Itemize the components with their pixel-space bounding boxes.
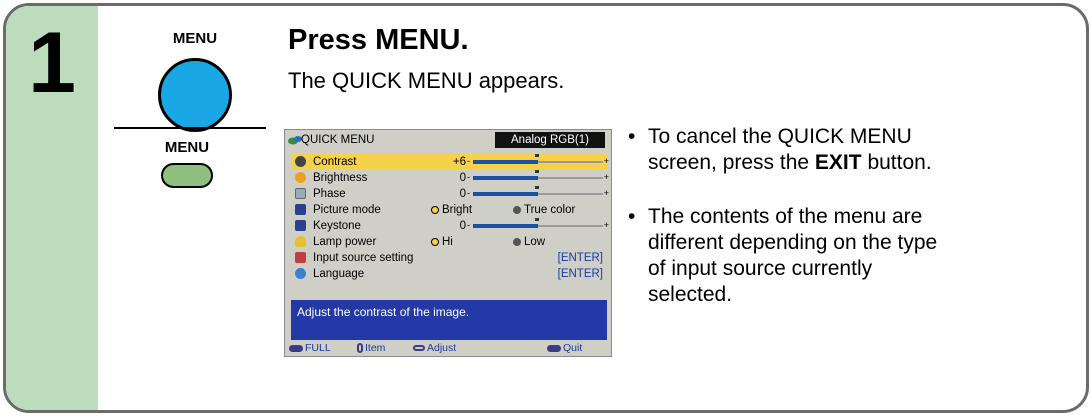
menu-row-value: 0	[459, 220, 466, 232]
step-title: Press MENU.	[288, 24, 469, 56]
menu-key-icon	[289, 344, 303, 352]
keystone-slider[interactable]: - +	[467, 218, 609, 230]
menu-row-label: Phase	[313, 188, 346, 200]
menu-button-label-2: MENU	[164, 139, 210, 156]
osd-description: Adjust the contrast of the image.	[291, 300, 607, 340]
menu-button-icon	[158, 58, 232, 132]
menu-row-label: Input source setting	[313, 252, 414, 264]
footer-full: FULL	[289, 340, 331, 356]
menu-row-brightness[interactable]: Brightness 0 - +	[291, 170, 609, 186]
footer-item: Item	[357, 340, 385, 356]
sharp-logo-icon	[288, 136, 302, 145]
menu-button-remote-icon	[161, 163, 213, 188]
menu-row-lamp-power[interactable]: Lamp power Hi Low	[291, 234, 607, 250]
enter-action: [ENTER]	[557, 268, 603, 280]
note-contents: • The contents of the menu are different…	[628, 205, 938, 306]
leftright-key-icon	[413, 345, 425, 352]
contrast-slider[interactable]: - +	[467, 154, 609, 166]
enter-action: [ENTER]	[557, 252, 603, 264]
step-sidebar: 1	[6, 6, 98, 410]
instruction-panel: 1 MENU MENU Press MENU. The QUICK MENU a…	[3, 3, 1089, 413]
menu-row-value: +6	[452, 156, 466, 168]
picture-mode-icon	[295, 204, 306, 215]
updown-key-icon	[357, 343, 363, 354]
menu-row-label: Keystone	[313, 220, 361, 232]
menu-row-label: Contrast	[313, 156, 357, 168]
globe-icon	[295, 268, 306, 279]
menu-row-phase[interactable]: Phase 0 - +	[291, 186, 609, 202]
exit-key-icon	[547, 344, 561, 352]
osd-title: QUICK MENU	[301, 134, 375, 146]
step-number: 1	[28, 15, 76, 111]
radio-bright[interactable]: Bright	[431, 202, 472, 218]
menu-row-label: Lamp power	[313, 236, 377, 248]
menu-row-language[interactable]: Language [ENTER]	[291, 266, 607, 282]
divider	[114, 127, 266, 129]
lamp-icon	[295, 236, 306, 247]
brightness-icon	[295, 172, 306, 183]
notes-list: • To cancel the QUICK MENU screen, press…	[628, 124, 1058, 328]
menu-row-keystone[interactable]: Keystone 0 - +	[291, 218, 609, 234]
phase-icon	[295, 188, 306, 199]
menu-row-value: 0	[459, 172, 466, 184]
keystone-icon	[295, 220, 306, 231]
radio-hi[interactable]: Hi	[431, 234, 453, 250]
step-subtitle: The QUICK MENU appears.	[288, 68, 565, 93]
phase-slider[interactable]: - +	[467, 186, 609, 198]
menu-row-label: Picture mode	[313, 204, 381, 216]
menu-row-contrast[interactable]: Contrast +6 - +	[291, 154, 609, 170]
menu-button-label: MENU	[172, 30, 218, 47]
footer-adjust: Adjust	[413, 340, 456, 356]
input-source-icon	[295, 252, 306, 263]
menu-row-value: 0	[459, 188, 466, 200]
menu-row-input-source[interactable]: Input source setting [ENTER]	[291, 250, 607, 266]
menu-row-picture-mode[interactable]: Picture mode Bright True color	[291, 202, 607, 218]
input-source-badge: Analog RGB(1)	[495, 132, 605, 148]
osd-footer: FULL Item Adjust Quit	[285, 340, 611, 356]
quick-menu-screen: QUICK MENU Analog RGB(1) Contrast +6 - + …	[284, 129, 612, 357]
contrast-icon	[295, 156, 306, 167]
menu-row-label: Brightness	[313, 172, 368, 184]
brightness-slider[interactable]: - +	[467, 170, 609, 182]
radio-true-color[interactable]: True color	[513, 202, 575, 218]
note-cancel: • To cancel the QUICK MENU screen, press…	[628, 125, 932, 174]
radio-low[interactable]: Low	[513, 234, 545, 250]
footer-quit: Quit	[547, 340, 582, 356]
menu-row-label: Language	[313, 268, 365, 280]
